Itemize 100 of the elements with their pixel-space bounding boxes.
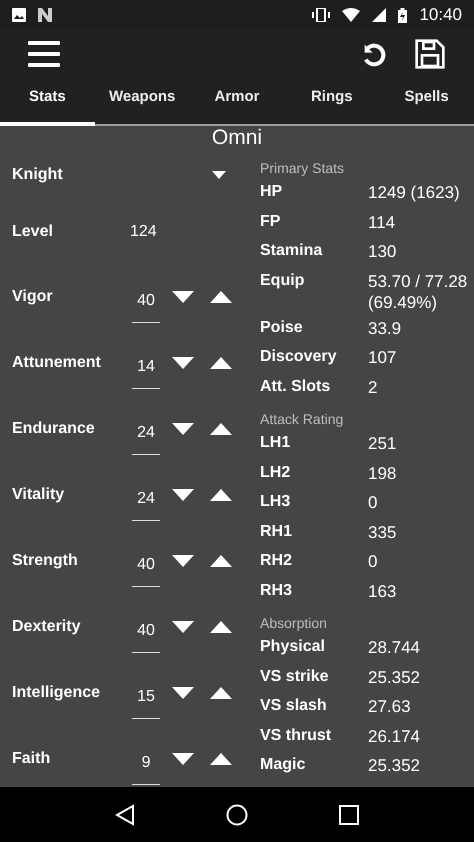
down-triangle-icon bbox=[172, 291, 194, 303]
stat-label: LH1 bbox=[260, 433, 292, 453]
signal-icon bbox=[372, 8, 386, 22]
stat-value: 53.70 / 77.28 (69.49%) bbox=[368, 270, 468, 312]
stat-label: Equip bbox=[260, 270, 306, 290]
decrease-button[interactable] bbox=[172, 621, 194, 633]
stat-label: RH1 bbox=[260, 522, 294, 542]
wifi-icon bbox=[342, 8, 360, 22]
attribute-value: 9 bbox=[132, 754, 160, 784]
down-triangle-icon bbox=[172, 687, 194, 699]
decrease-button[interactable] bbox=[172, 423, 194, 435]
increase-button[interactable] bbox=[210, 753, 232, 765]
up-triangle-icon bbox=[210, 423, 232, 435]
stat-label: HP bbox=[260, 182, 284, 202]
tab[interactable]: Armor bbox=[190, 78, 284, 126]
stat-label: VS thrust bbox=[260, 726, 332, 746]
stat-label: RH2 bbox=[260, 551, 294, 571]
up-triangle-icon bbox=[210, 555, 232, 567]
stat-value: 25.352 bbox=[368, 755, 421, 776]
menu-button[interactable] bbox=[28, 41, 60, 67]
stat-value: 25.352 bbox=[368, 666, 421, 688]
dropdown-caret-icon bbox=[212, 171, 226, 179]
decrease-button[interactable] bbox=[172, 489, 194, 501]
up-triangle-icon bbox=[210, 753, 232, 765]
clock-time: 10:40 bbox=[419, 5, 462, 25]
increase-button[interactable] bbox=[210, 555, 232, 567]
stat-label: Stamina bbox=[260, 241, 324, 261]
up-triangle-icon bbox=[210, 489, 232, 501]
section-heading: Primary Stats bbox=[260, 159, 346, 177]
down-triangle-icon bbox=[172, 753, 194, 765]
stat-value: 2 bbox=[368, 376, 378, 398]
up-triangle-icon bbox=[210, 621, 232, 633]
attribute-label: Strength bbox=[12, 552, 79, 570]
stat-value: 28.744 bbox=[368, 637, 421, 658]
stat-value: 163 bbox=[368, 580, 398, 602]
n-logo-icon bbox=[38, 8, 52, 22]
tab[interactable]: Weapons bbox=[94, 78, 190, 126]
tab[interactable]: Spells bbox=[379, 78, 474, 126]
attribute-label: Endurance bbox=[12, 420, 96, 438]
down-triangle-icon bbox=[172, 357, 194, 369]
back-button[interactable] bbox=[115, 804, 136, 826]
character-name: Omni bbox=[210, 126, 264, 150]
battery-icon bbox=[398, 8, 408, 22]
decrease-button[interactable] bbox=[172, 555, 194, 567]
save-button[interactable] bbox=[414, 38, 446, 70]
attribute-label: Faith bbox=[12, 750, 52, 768]
stat-label: Magic bbox=[260, 755, 306, 775]
stat-value: 335 bbox=[368, 522, 398, 542]
stat-value: 198 bbox=[368, 462, 398, 484]
stat-value: 1249 (1623) bbox=[368, 182, 461, 203]
attribute-label: Dexterity bbox=[12, 618, 82, 636]
attribute-value: 40 bbox=[132, 292, 160, 322]
attribute-label: Intelligence bbox=[12, 684, 102, 702]
down-triangle-icon bbox=[172, 423, 194, 435]
tab[interactable]: Rings bbox=[284, 78, 380, 126]
stat-label: RH3 bbox=[260, 580, 294, 600]
increase-button[interactable] bbox=[210, 489, 232, 501]
increase-button[interactable] bbox=[210, 291, 232, 303]
stat-value: 33.9 bbox=[368, 318, 402, 338]
stat-label: VS slash bbox=[260, 696, 328, 716]
decrease-button[interactable] bbox=[172, 753, 194, 765]
decrease-button[interactable] bbox=[172, 357, 194, 369]
image-icon bbox=[12, 8, 26, 22]
increase-button[interactable] bbox=[210, 687, 232, 699]
increase-button[interactable] bbox=[210, 423, 232, 435]
stat-value: 26.174 bbox=[368, 726, 421, 746]
decrease-button[interactable] bbox=[172, 291, 194, 303]
up-triangle-icon bbox=[210, 687, 232, 699]
attribute-value: 40 bbox=[132, 622, 160, 652]
level-label: Level bbox=[12, 223, 54, 241]
attribute-label: Vitality bbox=[12, 486, 66, 504]
increase-button[interactable] bbox=[210, 621, 232, 633]
section-heading: Absorption bbox=[260, 614, 328, 632]
stat-label: Physical bbox=[260, 637, 326, 657]
home-button[interactable] bbox=[226, 804, 248, 826]
stat-value: 107 bbox=[368, 347, 398, 368]
attribute-value: 15 bbox=[132, 688, 160, 718]
stat-value: 114 bbox=[368, 212, 396, 232]
down-triangle-icon bbox=[172, 621, 194, 633]
up-triangle-icon bbox=[210, 291, 232, 303]
stat-label: LH2 bbox=[260, 462, 292, 482]
up-triangle-icon bbox=[210, 357, 232, 369]
increase-button[interactable] bbox=[210, 357, 232, 369]
class-dropdown[interactable]: Knight bbox=[12, 166, 234, 184]
stat-label: Discovery bbox=[260, 347, 338, 367]
stat-label: LH3 bbox=[260, 492, 292, 512]
stat-value: 0 bbox=[368, 551, 378, 572]
decrease-button[interactable] bbox=[172, 687, 194, 699]
attribute-value: 24 bbox=[132, 490, 160, 520]
stat-label: Att. Slots bbox=[260, 376, 332, 396]
recents-button[interactable] bbox=[338, 804, 359, 824]
stat-value: 130 bbox=[368, 241, 398, 262]
stat-label: FP bbox=[260, 212, 282, 232]
attribute-label: Attunement bbox=[12, 354, 102, 372]
attribute-value: 14 bbox=[132, 358, 160, 388]
section-heading: Attack Rating bbox=[260, 410, 344, 428]
stat-label: VS strike bbox=[260, 666, 330, 686]
attribute-value: 24 bbox=[132, 424, 160, 454]
level-value: 124 bbox=[130, 223, 157, 241]
down-triangle-icon bbox=[172, 489, 194, 501]
